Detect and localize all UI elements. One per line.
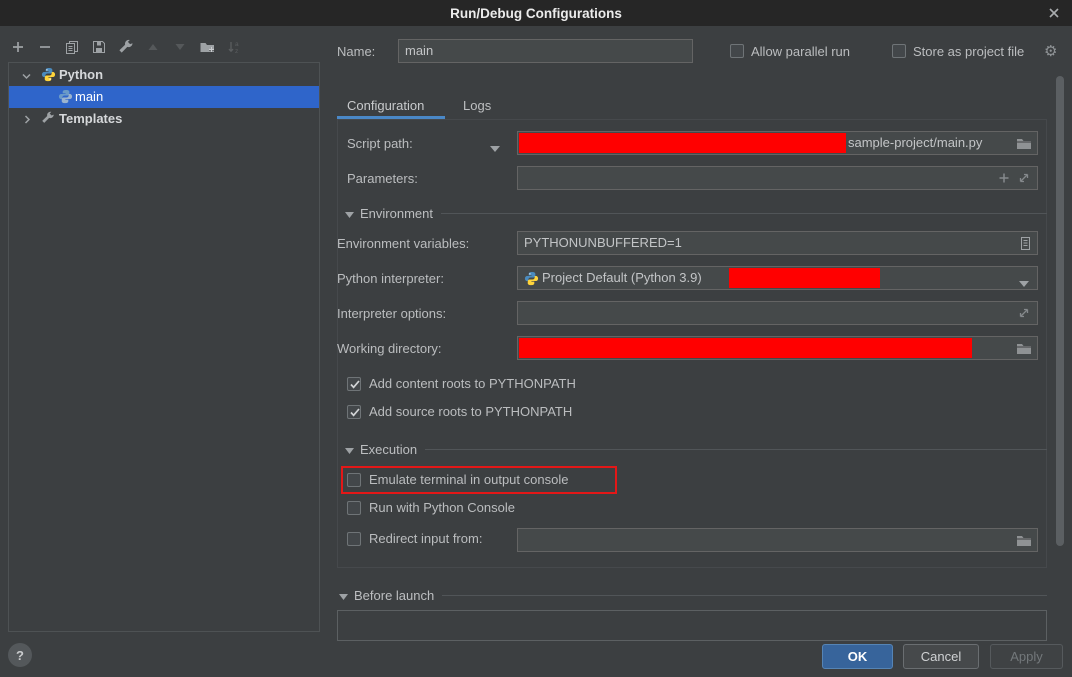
- add-icon[interactable]: [10, 39, 26, 55]
- svg-text:z: z: [235, 48, 238, 55]
- add-content-roots-label: Add content roots to PYTHONPATH: [369, 376, 576, 391]
- working-directory-label: Working directory:: [337, 341, 442, 356]
- folder-icon[interactable]: [1016, 341, 1032, 358]
- store-as-project-file-label: Store as project file: [913, 44, 1024, 59]
- save-icon[interactable]: [91, 39, 107, 55]
- folder-icon[interactable]: [1016, 136, 1032, 153]
- edit-templates-icon[interactable]: [118, 39, 134, 55]
- add-source-roots-checkbox[interactable]: [347, 405, 361, 419]
- tab-configuration[interactable]: Configuration: [347, 98, 424, 113]
- help-button[interactable]: ?: [8, 643, 32, 667]
- before-launch-section-title: Before launch: [354, 588, 434, 603]
- chevron-down-icon[interactable]: [1019, 275, 1029, 290]
- redaction-overlay: [519, 133, 846, 153]
- wrench-icon: [41, 111, 55, 128]
- script-path-label: Script path:: [347, 136, 413, 151]
- gear-icon[interactable]: ⚙: [1044, 44, 1057, 59]
- allow-parallel-run-checkbox[interactable]: [730, 44, 744, 58]
- close-icon[interactable]: [1042, 0, 1066, 26]
- before-launch-task-list[interactable]: [337, 610, 1047, 641]
- sort-alphabetically-icon[interactable]: az: [226, 39, 242, 55]
- environment-section-header: Environment: [345, 206, 1047, 221]
- python-interpreter-value: Project Default (Python 3.9): [542, 270, 702, 285]
- section-collapse-icon[interactable]: [345, 206, 354, 221]
- execution-section-header: Execution: [345, 442, 1047, 457]
- python-icon: [41, 67, 56, 85]
- environment-section-title: Environment: [360, 206, 433, 221]
- allow-parallel-run-label: Allow parallel run: [751, 44, 850, 59]
- move-down-icon[interactable]: [172, 39, 188, 55]
- copy-icon[interactable]: [64, 39, 80, 55]
- section-divider: [441, 213, 1047, 214]
- environment-variables-label: Environment variables:: [337, 236, 469, 251]
- redaction-overlay: [729, 268, 880, 288]
- script-path-visible-text: sample-project/main.py: [848, 135, 982, 150]
- parameters-label: Parameters:: [347, 171, 418, 186]
- environment-variables-input[interactable]: PYTHONUNBUFFERED=1: [517, 231, 1038, 255]
- configurations-tree: Python main Templates: [8, 62, 320, 632]
- before-launch-section-header: Before launch: [339, 588, 1047, 603]
- script-path-dropdown-icon[interactable]: [490, 140, 500, 155]
- tree-item-main[interactable]: main: [9, 86, 319, 108]
- tree-item-label: main: [75, 89, 103, 104]
- expand-field-icon[interactable]: [1017, 306, 1031, 323]
- section-divider: [442, 595, 1047, 596]
- remove-icon[interactable]: [37, 39, 53, 55]
- tree-item-label: Python: [59, 67, 103, 82]
- section-collapse-icon[interactable]: [345, 442, 354, 457]
- emulate-terminal-checkbox[interactable]: [347, 473, 361, 487]
- tree-item-label: Templates: [59, 111, 122, 126]
- redirect-input-checkbox[interactable]: [347, 532, 361, 546]
- redirect-input-label: Redirect input from:: [369, 531, 482, 546]
- execution-section-title: Execution: [360, 442, 417, 457]
- python-icon: [58, 89, 73, 107]
- expand-field-icon[interactable]: [1017, 171, 1031, 188]
- run-with-python-console-label: Run with Python Console: [369, 500, 515, 515]
- dialog-title: Run/Debug Configurations: [450, 6, 622, 21]
- run-debug-configurations-dialog: Run/Debug Configurations az Python main …: [0, 0, 1072, 677]
- section-divider: [425, 449, 1047, 450]
- environment-variables-value: PYTHONUNBUFFERED=1: [524, 235, 682, 250]
- browse-variables-icon[interactable]: [1018, 236, 1032, 254]
- interpreter-options-label: Interpreter options:: [337, 306, 446, 321]
- chevron-down-icon[interactable]: [21, 70, 32, 85]
- apply-button[interactable]: Apply: [990, 644, 1063, 669]
- redirect-input-file-input[interactable]: [517, 528, 1038, 552]
- titlebar: Run/Debug Configurations: [0, 0, 1072, 26]
- run-with-python-console-checkbox[interactable]: [347, 501, 361, 515]
- vertical-scrollbar-thumb[interactable]: [1056, 76, 1064, 546]
- python-icon: [524, 271, 539, 289]
- add-source-roots-label: Add source roots to PYTHONPATH: [369, 404, 572, 419]
- redaction-overlay: [519, 338, 972, 358]
- name-input[interactable]: main: [398, 39, 693, 63]
- svg-text:a: a: [235, 41, 239, 48]
- ok-button[interactable]: OK: [822, 644, 893, 669]
- emulate-terminal-label: Emulate terminal in output console: [369, 472, 568, 487]
- python-interpreter-label: Python interpreter:: [337, 271, 444, 286]
- cancel-button[interactable]: Cancel: [903, 644, 979, 669]
- section-collapse-icon[interactable]: [339, 588, 348, 603]
- tree-item-templates[interactable]: Templates: [9, 108, 319, 130]
- folder-icon[interactable]: [1016, 533, 1032, 550]
- tree-toolbar: az: [10, 39, 242, 55]
- store-as-project-file-checkbox[interactable]: [892, 44, 906, 58]
- interpreter-options-input[interactable]: [517, 301, 1038, 325]
- chevron-right-icon[interactable]: [22, 113, 33, 128]
- parameters-input[interactable]: [517, 166, 1038, 190]
- name-label: Name:: [337, 44, 375, 59]
- add-content-roots-checkbox[interactable]: [347, 377, 361, 391]
- active-tab-underline: [337, 116, 445, 119]
- new-folder-icon[interactable]: [199, 39, 215, 55]
- tree-item-python[interactable]: Python: [9, 64, 319, 86]
- add-macro-icon[interactable]: [997, 171, 1011, 188]
- tab-logs[interactable]: Logs: [463, 98, 491, 113]
- move-up-icon[interactable]: [145, 39, 161, 55]
